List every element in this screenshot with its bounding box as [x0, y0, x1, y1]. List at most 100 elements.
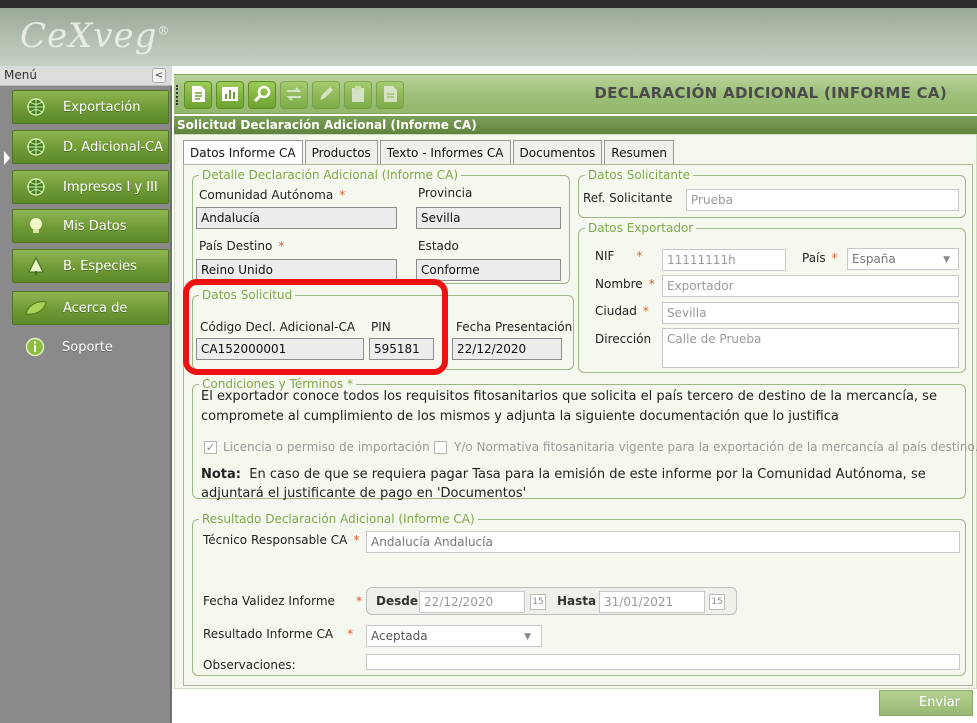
print-button[interactable]	[344, 81, 372, 109]
document-icon	[382, 85, 398, 106]
comunidad-label: Comunidad Autónoma *	[199, 188, 346, 202]
sidebar-item-label: Soporte	[62, 339, 113, 355]
menu-title: Menú	[4, 68, 37, 82]
chart-button[interactable]	[216, 81, 244, 109]
observaciones-label: Observaciones:	[203, 658, 296, 672]
globe-icon	[25, 136, 47, 158]
send-button[interactable]: Enviar	[879, 690, 973, 716]
nombre-label: Nombre *	[595, 277, 655, 291]
desde-field[interactable]: 22/12/2020	[419, 591, 525, 613]
fecha-presentacion-field[interactable]: 22/12/2020	[452, 338, 562, 360]
estado-field[interactable]: Conforme	[416, 259, 561, 281]
tab-resumen[interactable]: Resumen	[604, 140, 674, 164]
provincia-label: Provincia	[418, 186, 473, 200]
sidebar-item-label: Mis Datos	[63, 218, 127, 234]
sidebar-item-d-adicional[interactable]: D. Adicional-CA	[12, 130, 169, 164]
leaf-icon	[25, 297, 47, 319]
comunidad-field[interactable]: Andalucía	[196, 207, 397, 229]
ciudad-field[interactable]: Sevilla	[662, 302, 959, 324]
new-document-icon	[190, 85, 206, 106]
ciudad-label: Ciudad *	[595, 304, 649, 318]
page-title: DECLARACIÓN ADICIONAL (INFORME CA)	[594, 84, 947, 102]
sidebar-item-label: Acerca de	[63, 300, 128, 316]
transfer-button[interactable]	[280, 81, 308, 109]
resultado-legend: Resultado Declaración Adicional (Informe…	[202, 512, 475, 526]
hasta-label: Hasta	[557, 594, 597, 608]
search-icon	[253, 85, 271, 106]
edit-icon	[318, 86, 334, 105]
exportador-legend: Datos Exportador	[588, 221, 694, 235]
sidebar-item-label: D. Adicional-CA	[63, 139, 163, 155]
menu-collapse-button[interactable]: <	[152, 68, 166, 83]
observaciones-field[interactable]	[366, 654, 960, 670]
licencia-label: Licencia o permiso de importación	[223, 440, 430, 454]
fecha-validez-group: Desde 22/12/2020 15 Hasta 31/01/2021 15	[366, 587, 737, 615]
sidebar-item-impresos[interactable]: Impresos I y III	[12, 170, 169, 204]
sidebar	[0, 66, 172, 723]
detalle-legend: Detalle Declaración Adicional (Informe C…	[202, 168, 459, 182]
nota-line1: Nota: En caso de que se requiera pagar T…	[201, 467, 926, 482]
pais-exportador-select[interactable]: España ▼	[847, 248, 959, 270]
calendar-icon[interactable]: 15	[530, 594, 546, 610]
hasta-field[interactable]: 31/01/2021	[599, 591, 705, 613]
sidebar-item-acerca-de[interactable]: Acerca de	[12, 291, 169, 325]
globe-icon	[25, 96, 47, 118]
tree-icon	[25, 255, 47, 277]
condiciones-text-line1: El exportador conoce todos los requisito…	[201, 389, 937, 404]
tab-bar: Datos Informe CA Productos Texto - Infor…	[183, 140, 676, 165]
desde-label: Desde	[376, 594, 418, 608]
resultado-informe-label: Resultado Informe CA *	[203, 627, 354, 641]
ref-solicitante-label: Ref. Solicitante	[583, 191, 673, 205]
provincia-field[interactable]: Sevilla	[416, 207, 561, 229]
sidebar-item-label: Exportación	[63, 99, 141, 115]
active-indicator	[4, 151, 10, 165]
nota-line2: adjuntará el justificante de pago en 'Do…	[201, 486, 527, 501]
app-logo: CeXveg®	[20, 16, 171, 56]
nombre-field[interactable]: Exportador	[662, 275, 959, 297]
tab-documentos[interactable]: Documentos	[512, 140, 603, 164]
nif-field[interactable]: 11111111h	[662, 249, 786, 271]
chevron-down-icon: ▼	[524, 632, 531, 642]
nif-label: NIF *	[595, 249, 643, 263]
direccion-field[interactable]: Calle de Prueba	[662, 328, 959, 368]
print-icon	[350, 85, 366, 106]
calendar-icon[interactable]: 15	[709, 594, 725, 610]
fecha-validez-required: *	[356, 594, 362, 608]
search-button[interactable]	[248, 81, 276, 109]
app-header: CeXveg®	[0, 8, 977, 66]
normativa-checkbox[interactable]	[434, 441, 447, 454]
document-button[interactable]	[376, 81, 404, 109]
sidebar-item-exportacion[interactable]: Exportación	[12, 90, 169, 124]
toolbar-grip	[176, 85, 179, 105]
ref-solicitante-field[interactable]: Prueba	[686, 189, 959, 211]
tab-productos[interactable]: Productos	[304, 140, 378, 164]
transfer-icon	[285, 86, 303, 105]
licencia-checkbox[interactable]: ✓	[204, 441, 217, 454]
chart-icon	[221, 86, 239, 105]
direccion-label: Dirección	[595, 332, 652, 346]
normativa-label: Y/o Normativa fitosanitaria vigente para…	[454, 440, 977, 454]
sidebar-item-soporte[interactable]: Soporte	[12, 330, 169, 364]
fecha-presentacion-label: Fecha Presentación	[456, 320, 573, 334]
pais-exportador-label: País *	[802, 251, 838, 265]
sidebar-item-b-especies[interactable]: B. Especies	[12, 249, 169, 283]
sidebar-item-mis-datos[interactable]: Mis Datos	[12, 209, 169, 243]
pais-destino-label: País Destino *	[199, 239, 285, 253]
pais-destino-field[interactable]: Reino Unido	[196, 259, 397, 281]
bulb-icon	[25, 215, 47, 237]
solicitante-legend: Datos Solicitante	[588, 168, 691, 182]
tab-texto-informes[interactable]: Texto - Informes CA	[379, 140, 511, 164]
resultado-informe-select[interactable]: Aceptada ▼	[366, 625, 542, 647]
edit-button[interactable]	[312, 81, 340, 109]
new-document-button[interactable]	[184, 81, 212, 109]
menu-header: Menú <	[0, 66, 172, 86]
tab-datos-informe[interactable]: Datos Informe CA	[183, 140, 303, 165]
highlight-box	[183, 279, 448, 375]
window-top-bar	[0, 0, 977, 8]
sidebar-item-label: B. Especies	[63, 258, 137, 274]
section-title: Solicitud Declaración Adicional (Informe…	[174, 116, 977, 134]
info-icon	[24, 336, 46, 358]
tecnico-field[interactable]: Andalucía Andalucía	[366, 531, 960, 553]
condiciones-text-line2: compromete al cumplimiento de los mismos…	[201, 409, 839, 424]
globe-icon	[25, 176, 47, 198]
